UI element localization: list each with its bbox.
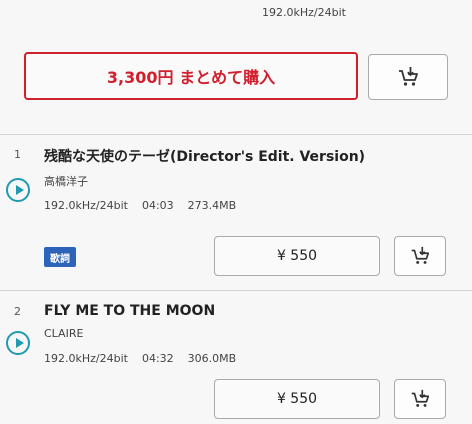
- track-format: 192.0kHz/24bit: [44, 199, 128, 212]
- track-row: 2 FLY ME TO THE MOON CLAIRE 192.0kHz/24b…: [0, 291, 472, 424]
- track-format: 192.0kHz/24bit: [44, 352, 128, 365]
- track-size: 273.4MB: [187, 199, 237, 212]
- bulk-buy-button[interactable]: 3,300円 まとめて購入: [24, 52, 358, 100]
- track-number: 2: [14, 305, 21, 318]
- track-meta: 192.0kHz/24bit 04:03 273.4MB: [44, 199, 250, 212]
- track-size: 306.0MB: [187, 352, 237, 365]
- cart-download-icon: [411, 246, 430, 264]
- bulk-add-to-cart-button[interactable]: [368, 54, 448, 100]
- play-icon[interactable]: [6, 178, 30, 202]
- add-to-cart-button[interactable]: [394, 379, 446, 419]
- track-duration: 04:03: [141, 199, 174, 212]
- track-artist: CLAIRE: [44, 327, 84, 340]
- cart-download-icon: [399, 67, 418, 86]
- buy-track-button[interactable]: ¥ 550: [214, 379, 380, 419]
- track-meta: 192.0kHz/24bit 04:32 306.0MB: [44, 352, 250, 365]
- track-duration: 04:32: [141, 352, 174, 365]
- track-title: 残酷な天使のテーゼ(Director's Edit. Version): [44, 149, 366, 165]
- track-row: 1 残酷な天使のテーゼ(Director's Edit. Version) 高橋…: [0, 135, 472, 293]
- play-icon[interactable]: [6, 331, 30, 355]
- bulk-purchase-row: 3,300円 まとめて購入: [0, 52, 472, 106]
- lyrics-badge[interactable]: 歌詞: [44, 247, 76, 267]
- add-to-cart-button[interactable]: [394, 236, 446, 276]
- buy-track-button[interactable]: ¥ 550: [214, 236, 380, 276]
- track-title: FLY ME TO THE MOON: [44, 303, 216, 319]
- track-artist: 高橋洋子: [44, 175, 88, 188]
- track-number: 1: [14, 148, 21, 161]
- cart-download-icon: [411, 389, 430, 407]
- track-list-page: 192.0kHz/24bit 3,300円 まとめて購入 1 残酷な天使のテーゼ…: [0, 0, 472, 424]
- album-format-label: 192.0kHz/24bit: [262, 6, 346, 19]
